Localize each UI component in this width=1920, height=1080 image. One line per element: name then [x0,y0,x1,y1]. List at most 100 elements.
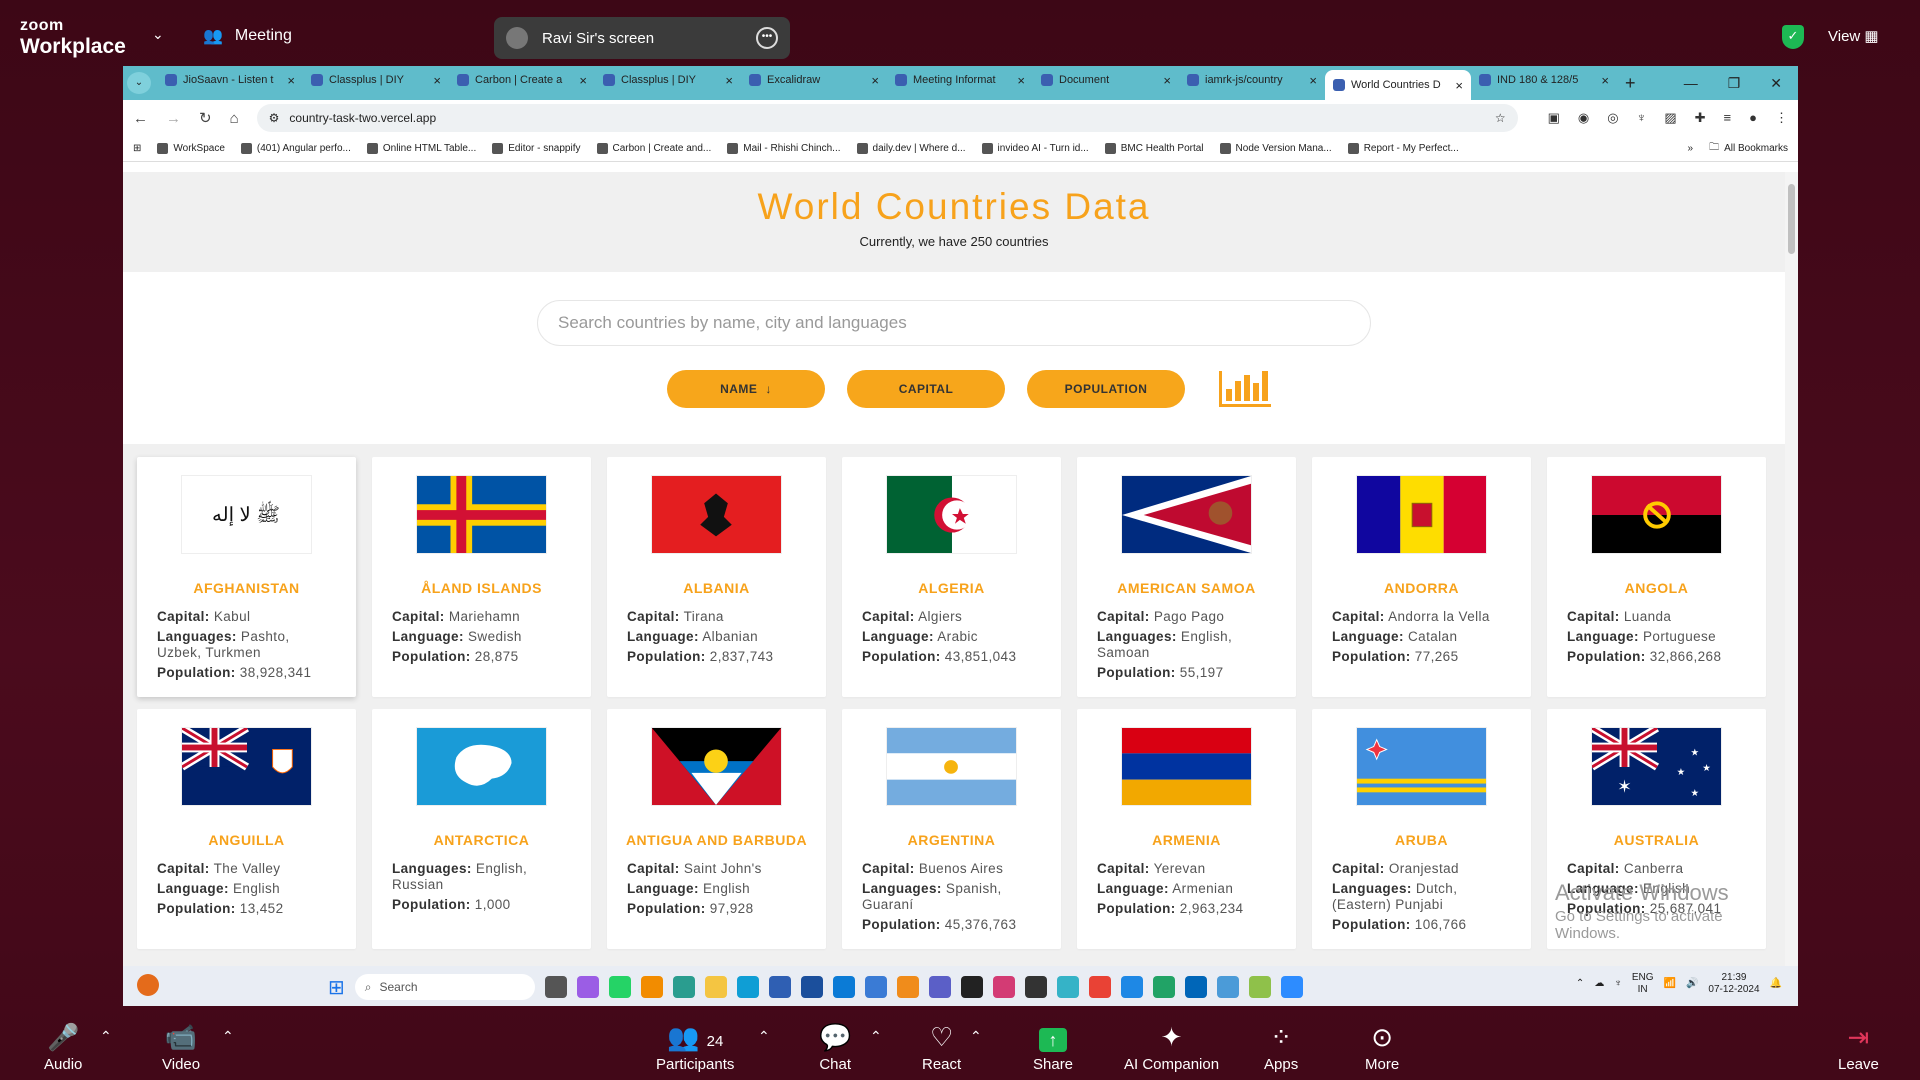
bookmark-star-icon[interactable]: ☆ [1495,111,1506,125]
more-bookmarks-icon[interactable]: » [1688,143,1694,154]
close-tab-icon[interactable]: × [1455,78,1463,93]
profile-avatar[interactable]: ● [1749,110,1757,126]
chrome-icon[interactable] [1088,976,1111,998]
close-tab-icon[interactable]: × [1163,73,1171,88]
restore-icon[interactable]: ❐ [1728,75,1741,92]
browser-tab[interactable]: Document × [1033,66,1179,94]
country-card[interactable]: American Samoa Capital: Pago Pago Language… [1077,457,1296,697]
vscode-icon[interactable] [1184,976,1207,998]
more-button[interactable]: ⊙ More [1365,1020,1399,1073]
bookmark-item[interactable]: Mail - Rhishi Chinch... [727,143,841,154]
teams-icon[interactable] [928,976,951,998]
weather-icon[interactable] [137,974,159,996]
tab-search-icon[interactable]: ⌄ [127,72,151,94]
browser-tab[interactable]: Carbon | Create a × [449,66,595,94]
bookmark-item[interactable]: Node Version Mana... [1219,143,1332,154]
edge-icon[interactable] [736,976,759,998]
chrome-icon[interactable] [1216,976,1239,998]
country-card[interactable]: Aruba Capital: Oranjestad Languages: Dutch… [1312,709,1531,949]
apps-button[interactable]: ⁘ Apps [1264,1020,1298,1073]
wifi-icon[interactable]: 📶 [1663,978,1675,990]
site-info-icon[interactable]: ⚙ [269,111,280,125]
country-card[interactable]: Argentina Capital: Buenos Aires Languages:… [842,709,1061,949]
back-icon[interactable]: ← [133,110,148,127]
participants-button[interactable]: 👥 24 Participants [656,1020,734,1073]
browser-tab[interactable]: Excalidraw × [741,66,887,94]
scrollbar-thumb[interactable] [1788,184,1795,254]
app-icon[interactable] [832,976,855,998]
chevron-up-icon[interactable]: ⌃ [970,1028,982,1045]
extension-icon[interactable]: ◉ [1578,110,1589,126]
country-card[interactable]: ﷺ لا إله Afghanistan Capital: Kabul Languag… [137,457,356,697]
country-card[interactable]: Andorra Capital: Andorra la Vella Language… [1312,457,1531,697]
close-tab-icon[interactable]: × [433,73,441,88]
chrome-icon[interactable] [864,976,887,998]
bookmark-item[interactable]: Editor - snappify [492,143,581,154]
forward-icon[interactable]: → [166,110,181,127]
chevron-up-icon[interactable]: ⌃ [758,1028,770,1045]
url-field[interactable]: ⚙ country-task-two.vercel.app ☆ [256,104,1518,132]
extension-icon[interactable]: ▣ [1548,110,1560,126]
bookmark-item[interactable]: BMC Health Portal [1104,143,1204,154]
view-button[interactable]: View ▦ [1828,27,1879,45]
close-tab-icon[interactable]: × [1309,73,1317,88]
sort-capital-button[interactable]: CAPITAL [847,370,1005,408]
browser-tab[interactable]: Meeting Informat × [887,66,1033,94]
app-icon[interactable] [1056,976,1079,998]
country-card[interactable]: Anguilla Capital: The Valley Language: Eng… [137,709,356,949]
kebab-menu-icon[interactable]: ⋮ [1775,110,1788,126]
cloud-icon[interactable]: ☁ [1594,978,1604,990]
close-window-icon[interactable]: ✕ [1770,75,1782,92]
bookmark-item[interactable]: (401) Angular perfo... [240,143,351,154]
sticky-notes-icon[interactable] [1024,976,1047,998]
bookmark-item[interactable]: Online HTML Table... [366,143,476,154]
audio-button[interactable]: 🎤 Audio [44,1020,82,1073]
new-tab-button[interactable]: + [1625,73,1636,94]
excel-icon[interactable] [1152,976,1175,998]
chrome-icon[interactable] [672,976,695,998]
sublime-icon[interactable] [896,976,919,998]
bookmark-item[interactable]: WorkSpace [157,143,225,154]
vlc-icon[interactable] [640,976,663,998]
notification-icon[interactable]: 🔔 [1770,978,1782,990]
chevron-up-icon[interactable]: ⌃ [1576,978,1584,990]
mic-icon[interactable]: ♆ [1614,978,1622,990]
browser-tab[interactable]: Classplus | DIY × [595,66,741,94]
puzzle-icon[interactable]: ✚ [1695,110,1706,126]
close-tab-icon[interactable]: × [1017,73,1025,88]
bookmark-item[interactable]: Report - My Perfect... [1347,143,1459,154]
react-button[interactable]: ♡ React [922,1020,961,1073]
browser-tab[interactable]: Classplus | DIY × [303,66,449,94]
reload-icon[interactable]: ↻ [199,109,212,127]
leave-button[interactable]: ⇥ Leave [1838,1020,1879,1073]
chevron-down-icon[interactable]: ⌄ [152,26,164,43]
browser-tab[interactable]: World Countries D × [1325,70,1471,100]
browser-tab[interactable]: IND 180 & 128/5 × [1471,66,1617,94]
taskbar-search[interactable]: ⌕ Search [354,974,535,1000]
windows-start-icon[interactable]: ⊞ [328,975,345,1000]
country-card[interactable]: Antarctica Languages: English, Russian Pop… [372,709,591,949]
store-icon[interactable] [768,976,791,998]
country-card[interactable]: Albania Capital: Tirana Language: Albanian… [607,457,826,697]
search-input[interactable]: Search countries by name, city and langu… [537,300,1371,346]
mic-icon[interactable]: ♆ [1637,110,1647,126]
screen-share-pill[interactable]: Ravi Sir's screen ••• [494,17,790,59]
browser-tab[interactable]: JioSaavn - Listen t × [157,66,303,94]
notepad-icon[interactable] [1248,976,1271,998]
extension-icon[interactable]: ▨ [1664,110,1676,126]
vscode-blue-icon[interactable] [1120,976,1143,998]
country-card[interactable]: Angola Capital: Luanda Language: Portugues… [1547,457,1766,697]
bookmark-item[interactable]: Carbon | Create and... [596,143,711,154]
file-explorer-icon[interactable] [704,976,727,998]
close-tab-icon[interactable]: × [1601,73,1609,88]
media-icon[interactable]: ≡ [1724,110,1732,126]
language-indicator[interactable]: ENG IN [1632,972,1654,996]
country-card[interactable]: Algeria Capital: Algiers Language: Arabic P… [842,457,1061,697]
sort-population-button[interactable]: POPULATION [1027,370,1185,408]
close-tab-icon[interactable]: × [871,73,879,88]
terminal-icon[interactable] [960,976,983,998]
close-tab-icon[interactable]: × [579,73,587,88]
home-icon[interactable]: ⌂ [230,110,239,127]
browser-tab[interactable]: iamrk-js/country × [1179,66,1325,94]
task-view-icon[interactable] [544,976,567,998]
